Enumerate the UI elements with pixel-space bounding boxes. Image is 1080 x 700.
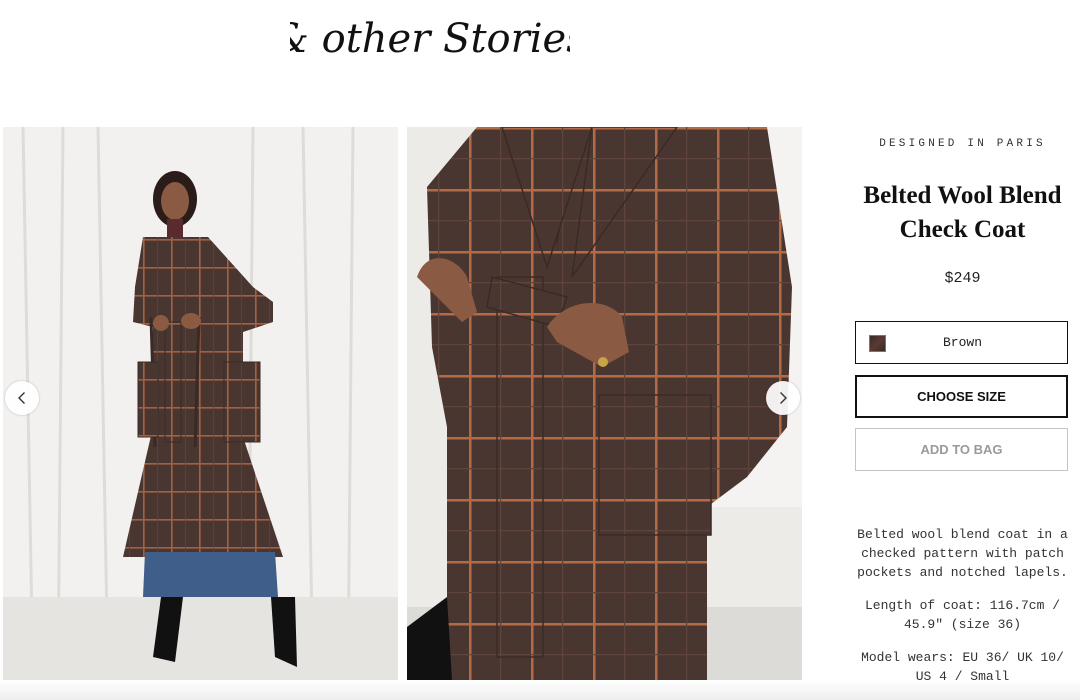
product-photo-full-image [3, 127, 398, 680]
brand-logo-wordmark: & other Stories [273, 16, 586, 62]
product-title-line1: Belted Wool Blend [863, 182, 1062, 209]
color-selector[interactable]: Brown [855, 321, 1068, 364]
chevron-right-icon [780, 392, 787, 404]
product-price: $249 [944, 270, 981, 287]
product-title: Belted Wool Blend Check Coat [840, 179, 1080, 247]
product-photo-closeup [407, 127, 802, 680]
color-label: Brown [942, 335, 982, 350]
product-description: Belted wool blend coat in a checked patt… [840, 525, 1080, 700]
choose-size-button[interactable]: CHOOSE SIZE [855, 375, 1068, 418]
product-photo-closeup-image [407, 127, 802, 680]
gallery-next-button[interactable] [766, 381, 800, 415]
gallery-prev-button[interactable] [5, 381, 39, 415]
product-photo-full [3, 127, 398, 680]
product-title-line2: Check Coat [899, 216, 1026, 243]
add-to-bag-button[interactable]: ADD TO BAG [855, 428, 1068, 471]
bottom-fade [0, 680, 1080, 700]
description-text: Belted wool blend coat in a checked patt… [857, 527, 1068, 580]
length-text: Length of coat: 116.7cm / 45.9" (size 36… [864, 598, 1061, 632]
product-gallery [0, 127, 802, 680]
designed-in-label: DESIGNED IN PARIS [879, 138, 1046, 150]
brand-logo-text: & other Stories [290, 16, 570, 62]
brand-logo[interactable]: & other Stories [273, 10, 586, 62]
chevron-left-icon [18, 392, 25, 404]
